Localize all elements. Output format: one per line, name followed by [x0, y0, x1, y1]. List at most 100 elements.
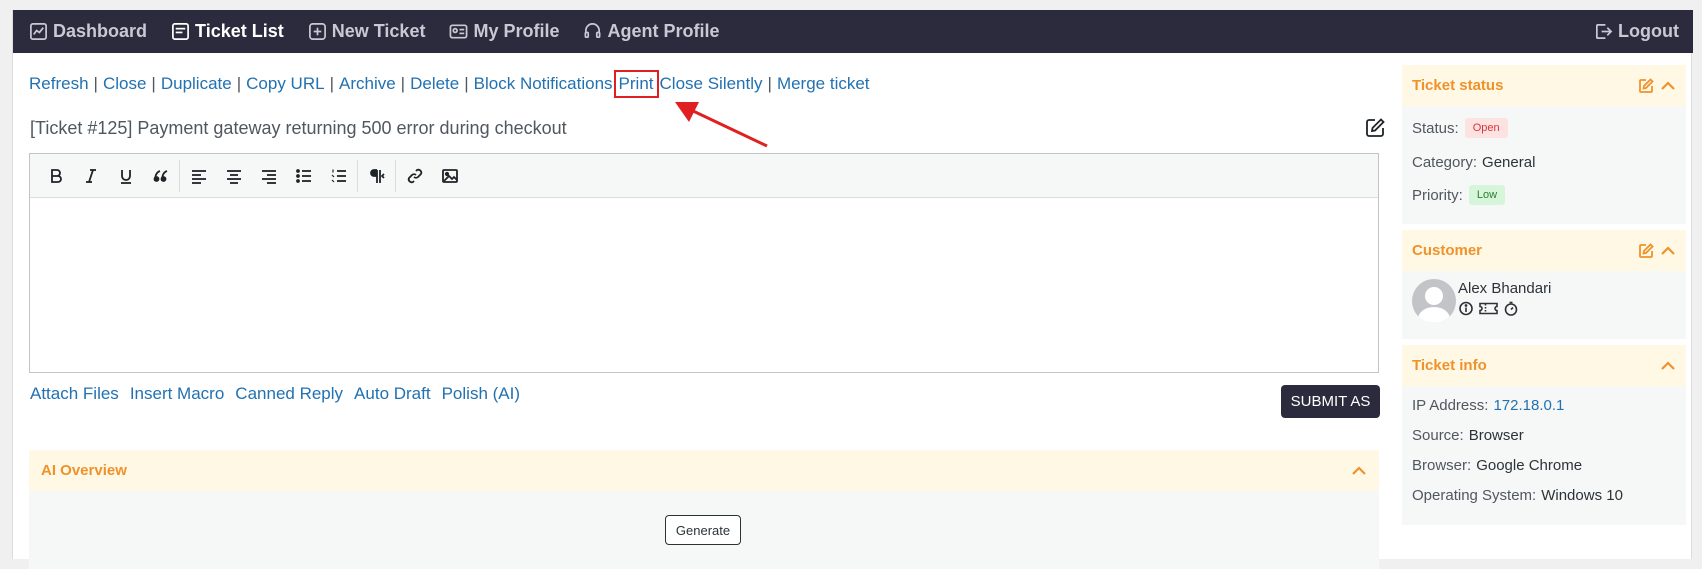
status-label: Status:	[1412, 119, 1459, 137]
chevron-up-icon[interactable]	[1660, 78, 1676, 94]
copy-url-link[interactable]: Copy URL	[246, 74, 324, 94]
merge-ticket-link[interactable]: Merge ticket	[777, 74, 870, 94]
nav-ticket-list[interactable]: Ticket List	[171, 21, 284, 42]
logout-label: Logout	[1618, 21, 1679, 41]
ticket-info-header: Ticket info	[1402, 345, 1686, 386]
numbered-list-icon[interactable]	[321, 160, 356, 192]
nav-dashboard[interactable]: Dashboard	[29, 21, 147, 42]
attach-files-link[interactable]: Attach Files	[30, 384, 119, 404]
editor-toolbar	[30, 154, 1378, 198]
id-card-icon	[450, 24, 468, 39]
category-row: Category: General	[1402, 154, 1686, 171]
separator: |	[767, 74, 772, 93]
os-value: Windows 10	[1541, 487, 1623, 504]
nav-ticket-list-label: Ticket List	[195, 21, 284, 41]
stopwatch-icon[interactable]	[1503, 301, 1519, 316]
customer-row: Alex Bhandari	[1402, 279, 1686, 323]
bullet-list-icon[interactable]	[286, 160, 321, 192]
underline-icon[interactable]	[108, 160, 143, 192]
toolbar-separator	[395, 159, 396, 192]
nav-my-profile[interactable]: My Profile	[449, 21, 559, 42]
customer-header: Customer	[1402, 230, 1686, 271]
print-highlight-box: Print	[613, 70, 659, 98]
insert-macro-link[interactable]: Insert Macro	[130, 384, 224, 404]
editor-content-area[interactable]	[30, 198, 1378, 373]
italic-icon[interactable]	[73, 160, 108, 192]
chevron-up-icon[interactable]	[1351, 463, 1367, 479]
plus-square-icon	[308, 23, 326, 40]
nav-new-ticket-label: New Ticket	[331, 21, 426, 41]
close-link[interactable]: Close	[103, 74, 146, 94]
avatar	[1412, 279, 1456, 323]
ip-row: IP Address: 172.18.0.1	[1402, 397, 1686, 414]
ai-overview-panel: AI Overview Generate	[29, 450, 1379, 569]
status-row: Status: Open	[1402, 118, 1686, 138]
close-silently-link[interactable]: Close Silently	[660, 74, 763, 94]
edit-icon[interactable]	[1638, 242, 1654, 259]
block-notifications-link[interactable]: Block Notifications	[474, 74, 613, 94]
browser-value: Google Chrome	[1476, 457, 1583, 474]
polish-ai-link[interactable]: Polish (AI)	[442, 384, 520, 404]
toolbar-separator	[357, 159, 358, 192]
refresh-link[interactable]: Refresh	[29, 74, 89, 94]
ip-label: IP Address:	[1412, 397, 1489, 414]
print-link[interactable]: Print	[619, 74, 654, 93]
link-icon[interactable]	[397, 160, 432, 192]
align-left-icon[interactable]	[181, 160, 216, 192]
ticket-info-title: Ticket info	[1412, 357, 1487, 374]
nav-agent-profile-label: Agent Profile	[607, 21, 720, 41]
submit-as-button[interactable]: SUBMIT AS	[1281, 385, 1380, 418]
priority-label: Priority:	[1412, 186, 1463, 204]
separator: |	[400, 74, 406, 93]
os-row: Operating System: Windows 10	[1402, 487, 1686, 504]
align-right-icon[interactable]	[251, 160, 286, 192]
ticket-status-title: Ticket status	[1412, 77, 1504, 94]
customer-name[interactable]: Alex Bhandari	[1458, 280, 1551, 297]
nav-my-profile-label: My Profile	[473, 21, 560, 41]
chart-icon	[30, 23, 47, 40]
category-label: Category:	[1412, 154, 1478, 171]
reply-tools: Attach Files Insert Macro Canned Reply A…	[30, 384, 531, 404]
edit-icon[interactable]	[1364, 117, 1386, 139]
separator: |	[464, 74, 469, 93]
logout-icon	[1596, 23, 1613, 40]
bold-icon[interactable]	[38, 160, 73, 192]
ticket-icon[interactable]	[1478, 301, 1499, 316]
image-icon[interactable]	[432, 160, 467, 192]
source-value: Browser	[1468, 427, 1524, 444]
edit-icon[interactable]	[1638, 77, 1654, 94]
auto-draft-link[interactable]: Auto Draft	[354, 384, 431, 404]
ticket-actions: Refresh | Close | Duplicate | Copy URL | Arc…	[29, 70, 870, 98]
chevron-up-icon[interactable]	[1660, 243, 1676, 259]
ticket-status-widget: Ticket status Status: Open Category: Gen…	[1402, 65, 1686, 224]
priority-badge: Low	[1468, 185, 1506, 205]
os-label: Operating System:	[1412, 487, 1537, 504]
browser-label: Browser:	[1412, 457, 1472, 474]
source-row: Source: Browser	[1402, 427, 1686, 444]
logout-button[interactable]: Logout	[1594, 21, 1679, 42]
nav-agent-profile[interactable]: Agent Profile	[583, 21, 720, 42]
quote-icon[interactable]	[143, 160, 178, 192]
delete-link[interactable]: Delete	[410, 74, 459, 94]
separator: |	[93, 74, 98, 93]
paragraph-direction-icon[interactable]	[359, 160, 394, 192]
separator: |	[151, 74, 156, 93]
generate-button[interactable]: Generate	[665, 515, 741, 545]
ip-value[interactable]: 172.18.0.1	[1493, 397, 1564, 414]
nav-new-ticket[interactable]: New Ticket	[308, 21, 426, 42]
headset-icon	[585, 23, 601, 39]
align-center-icon[interactable]	[216, 160, 251, 192]
list-icon	[172, 23, 189, 40]
ai-overview-header[interactable]: AI Overview	[29, 450, 1379, 491]
chevron-up-icon[interactable]	[1660, 358, 1676, 374]
canned-reply-link[interactable]: Canned Reply	[235, 384, 343, 404]
status-badge: Open	[1464, 118, 1508, 138]
customer-title: Customer	[1412, 242, 1483, 259]
archive-link[interactable]: Archive	[339, 74, 396, 94]
duplicate-link[interactable]: Duplicate	[161, 74, 232, 94]
priority-row: Priority: Low	[1402, 185, 1686, 205]
ai-overview-title: AI Overview	[41, 462, 127, 479]
ticket-subject: [Ticket #125] Payment gateway returning …	[30, 118, 567, 138]
info-icon[interactable]	[1458, 301, 1474, 316]
separator: |	[329, 74, 334, 93]
